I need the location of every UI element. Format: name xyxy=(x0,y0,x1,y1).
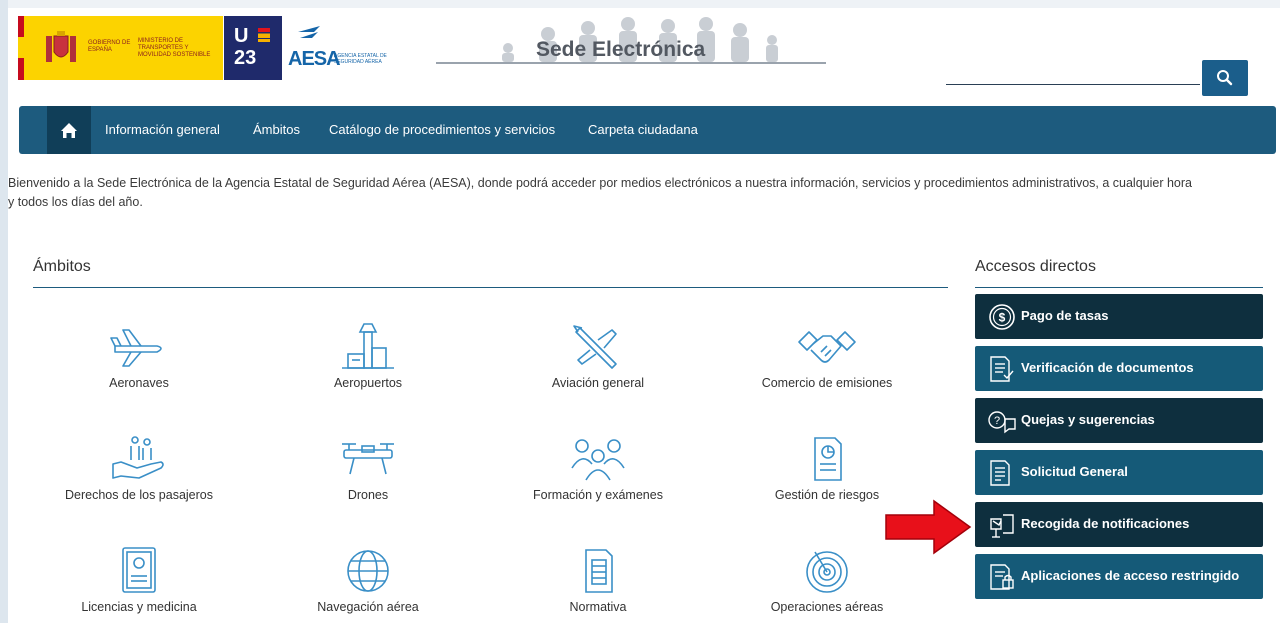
handshake-icon xyxy=(798,331,856,363)
ambito-formacion-examenes[interactable]: Formación y exámenes xyxy=(488,434,708,502)
ministry-name: MINISTERIO DE TRANSPORTES Y MOVILIDAD SO… xyxy=(138,38,211,58)
ambito-normativa[interactable]: Normativa xyxy=(488,546,708,614)
search-input[interactable] xyxy=(948,60,1202,86)
access-label: Recogida de notificaciones xyxy=(1021,516,1190,531)
welcome-line-1: Bienvenido a la Sede Electrónica de la A… xyxy=(8,176,1192,190)
ambitos-title: Ámbitos xyxy=(33,258,91,275)
ambito-comercio-emisiones[interactable]: Comercio de emisiones xyxy=(717,322,937,390)
question-chat-icon: ? xyxy=(988,411,1016,434)
dollar-coin-icon: $ xyxy=(989,304,1015,330)
ambito-aeronaves[interactable]: Aeronaves xyxy=(29,322,249,390)
left-frame xyxy=(0,0,8,623)
u23-bars xyxy=(258,28,270,42)
nav-item-ambitos[interactable]: Ámbitos xyxy=(253,122,300,137)
access-aplicaciones-restringido[interactable]: Aplicaciones de acceso restringido xyxy=(975,554,1263,599)
document-lock-icon xyxy=(990,564,1014,590)
search-icon xyxy=(1217,70,1233,86)
ambito-label: Navegación aérea xyxy=(317,600,419,614)
title-underline xyxy=(436,62,826,64)
access-label: Verificación de documentos xyxy=(1021,360,1194,375)
ambito-derechos-pasajeros[interactable]: Derechos de los pasajeros xyxy=(29,434,249,502)
risk-document-icon xyxy=(814,437,842,481)
ambito-label: Drones xyxy=(347,488,389,502)
ambito-label: Formación y exámenes xyxy=(533,488,663,502)
mailbox-icon xyxy=(990,514,1014,538)
access-solicitud-general[interactable]: Solicitud General xyxy=(975,450,1263,495)
access-label: Pago de tasas xyxy=(1021,308,1109,323)
document-check-icon xyxy=(990,356,1014,382)
site-header: GOBIERNO DE ESPAÑA MINISTERIO DE TRANSPO… xyxy=(8,8,1280,96)
small-plane-icon xyxy=(573,325,617,369)
nav-item-catalogo[interactable]: Catálogo de procedimientos y servicios xyxy=(329,122,555,137)
search-underline xyxy=(946,84,1200,85)
ambito-operaciones-aereas[interactable]: Operaciones aéreas xyxy=(717,546,937,614)
site-title: Sede Electrónica xyxy=(536,38,706,61)
red-arrow-icon xyxy=(885,499,972,555)
access-label: Quejas y sugerencias xyxy=(1021,412,1155,427)
u23-logo[interactable]: U 23 xyxy=(224,16,282,80)
accesos-rule xyxy=(975,287,1263,288)
welcome-text: Bienvenido a la Sede Electrónica de la A… xyxy=(8,174,1278,212)
coat-of-arms-icon xyxy=(46,31,76,62)
ambito-label: Aeronaves xyxy=(109,376,169,390)
ambito-label: Aviación general xyxy=(551,376,645,390)
home-button[interactable] xyxy=(47,106,91,154)
radar-icon xyxy=(806,551,848,593)
aesa-logo-text[interactable]: AESA xyxy=(288,48,341,71)
ambito-label: Licencias y medicina xyxy=(81,600,197,614)
ambito-drones[interactable]: Drones xyxy=(258,434,478,502)
eu-flag-stripe xyxy=(18,16,24,80)
globe-icon xyxy=(347,550,389,592)
license-card-icon xyxy=(122,547,156,593)
top-frame xyxy=(8,0,1280,8)
welcome-line-2: y todos los días del año. xyxy=(8,195,143,209)
ambitos-rule xyxy=(33,287,948,288)
government-logo[interactable]: GOBIERNO DE ESPAÑA MINISTERIO DE TRANSPO… xyxy=(18,16,223,80)
aesa-logo-icon xyxy=(298,26,320,38)
ambito-label: Aeropuertos xyxy=(333,376,403,390)
accesos-title: Accesos directos xyxy=(975,258,1096,275)
ambito-aviacion-general[interactable]: Aviación general xyxy=(488,322,708,390)
ambito-label: Derechos de los pasajeros xyxy=(65,488,213,502)
u23-number: 23 xyxy=(234,47,257,69)
access-pago-tasas[interactable]: $ Pago de tasas xyxy=(975,294,1263,339)
main-navigation: Información general Ámbitos Catálogo de … xyxy=(19,106,1276,154)
ambito-aeropuertos[interactable]: Aeropuertos xyxy=(258,322,478,390)
access-verificacion-documentos[interactable]: Verificación de documentos xyxy=(975,346,1263,391)
search-button[interactable] xyxy=(1202,60,1248,96)
home-icon xyxy=(61,123,77,138)
gov-name: GOBIERNO DE ESPAÑA xyxy=(88,40,131,53)
document-list-icon xyxy=(990,460,1010,486)
group-people-icon xyxy=(571,439,625,481)
nav-item-carpeta-ciudadana[interactable]: Carpeta ciudadana xyxy=(588,122,698,137)
ambito-licencias-medicina[interactable]: Licencias y medicina xyxy=(29,546,249,614)
svg-text:$: $ xyxy=(999,311,1006,325)
nav-item-informacion-general[interactable]: Información general xyxy=(105,122,220,137)
ambito-label: Operaciones aéreas xyxy=(770,600,884,614)
ambito-label: Normativa xyxy=(569,600,627,614)
access-label: Aplicaciones de acceso restringido xyxy=(1021,568,1240,583)
svg-text:?: ? xyxy=(994,415,1000,427)
regulation-document-icon xyxy=(585,549,613,593)
passengers-hand-icon xyxy=(112,436,164,479)
u23-letter: U xyxy=(234,25,249,47)
airport-tower-icon xyxy=(342,323,394,369)
aesa-logo-subtitle: AGENCIA ESTATAL DE SEGURIDAD AÉREA xyxy=(334,53,387,65)
access-recogida-notificaciones[interactable]: Recogida de notificaciones xyxy=(975,502,1263,547)
ambito-gestion-riesgos[interactable]: Gestión de riesgos xyxy=(717,434,937,502)
access-label: Solicitud General xyxy=(1021,464,1128,479)
ambito-label: Comercio de emisiones xyxy=(761,376,893,390)
access-quejas-sugerencias[interactable]: ? Quejas y sugerencias xyxy=(975,398,1263,443)
drone-icon xyxy=(342,443,394,475)
ambito-navegacion-aerea[interactable]: Navegación aérea xyxy=(258,546,478,614)
airplane-icon xyxy=(110,329,162,367)
